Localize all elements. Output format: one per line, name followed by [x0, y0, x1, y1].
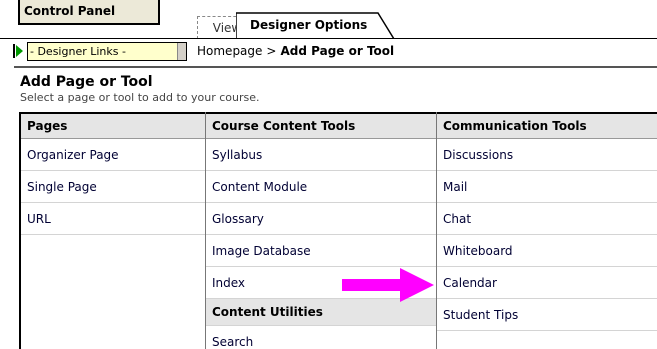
- list-item-search[interactable]: Search: [206, 326, 436, 349]
- designer-links-select[interactable]: - Designer Links -: [27, 42, 187, 61]
- column-course-content-tools: Course Content Tools Syllabus Content Mo…: [206, 112, 437, 349]
- control-panel-button[interactable]: Control Panel: [18, 0, 160, 25]
- tool-grid: Pages Organizer Page Single Page URL Cou…: [19, 112, 657, 349]
- column-communication-tools: Communication Tools Discussions Mail Cha…: [437, 112, 657, 349]
- list-item-glossary[interactable]: Glossary: [206, 203, 436, 235]
- breadcrumb-current: Add Page or Tool: [280, 44, 395, 58]
- right-arrow-icon: [342, 268, 434, 302]
- list-item-mail[interactable]: Mail: [437, 171, 657, 203]
- page-subtitle: Select a page or tool to add to your cou…: [20, 91, 260, 104]
- column-pages: Pages Organizer Page Single Page URL: [21, 112, 206, 349]
- list-item-content-module[interactable]: Content Module: [206, 171, 436, 203]
- list-item-syllabus[interactable]: Syllabus: [206, 139, 436, 171]
- list-item-calendar[interactable]: Calendar: [437, 267, 657, 299]
- chevron-down-icon[interactable]: [177, 43, 186, 60]
- breadcrumb: Homepage > Add Page or Tool: [197, 44, 394, 58]
- list-item-discussions[interactable]: Discussions: [437, 139, 657, 171]
- column-header-communication-tools: Communication Tools: [437, 112, 657, 139]
- breadcrumb-home[interactable]: Homepage: [197, 44, 262, 58]
- app-window: Control Panel View Designer Options - De…: [0, 0, 657, 349]
- list-item-single-page[interactable]: Single Page: [21, 171, 205, 203]
- list-item-organizer-page[interactable]: Organizer Page: [21, 139, 205, 171]
- tab-designer-options-label: Designer Options: [250, 18, 368, 32]
- list-item-chat[interactable]: Chat: [437, 203, 657, 235]
- list-item-url[interactable]: URL: [21, 203, 205, 235]
- divider: [14, 66, 657, 68]
- column-header-course-content-tools: Course Content Tools: [206, 112, 436, 139]
- page-title: Add Page or Tool: [20, 74, 153, 90]
- tab-designer-options[interactable]: Designer Options: [236, 12, 396, 39]
- column-header-pages: Pages: [21, 112, 205, 139]
- list-item-image-database[interactable]: Image Database: [206, 235, 436, 267]
- top-bar: Control Panel View Designer Options: [0, 0, 657, 39]
- breadcrumb-separator: >: [266, 44, 277, 58]
- list-item-student-tips[interactable]: Student Tips: [437, 299, 657, 331]
- designer-links-select-value: - Designer Links -: [30, 45, 126, 58]
- play-triangle-icon: [13, 44, 23, 58]
- list-item-whiteboard[interactable]: Whiteboard: [437, 235, 657, 267]
